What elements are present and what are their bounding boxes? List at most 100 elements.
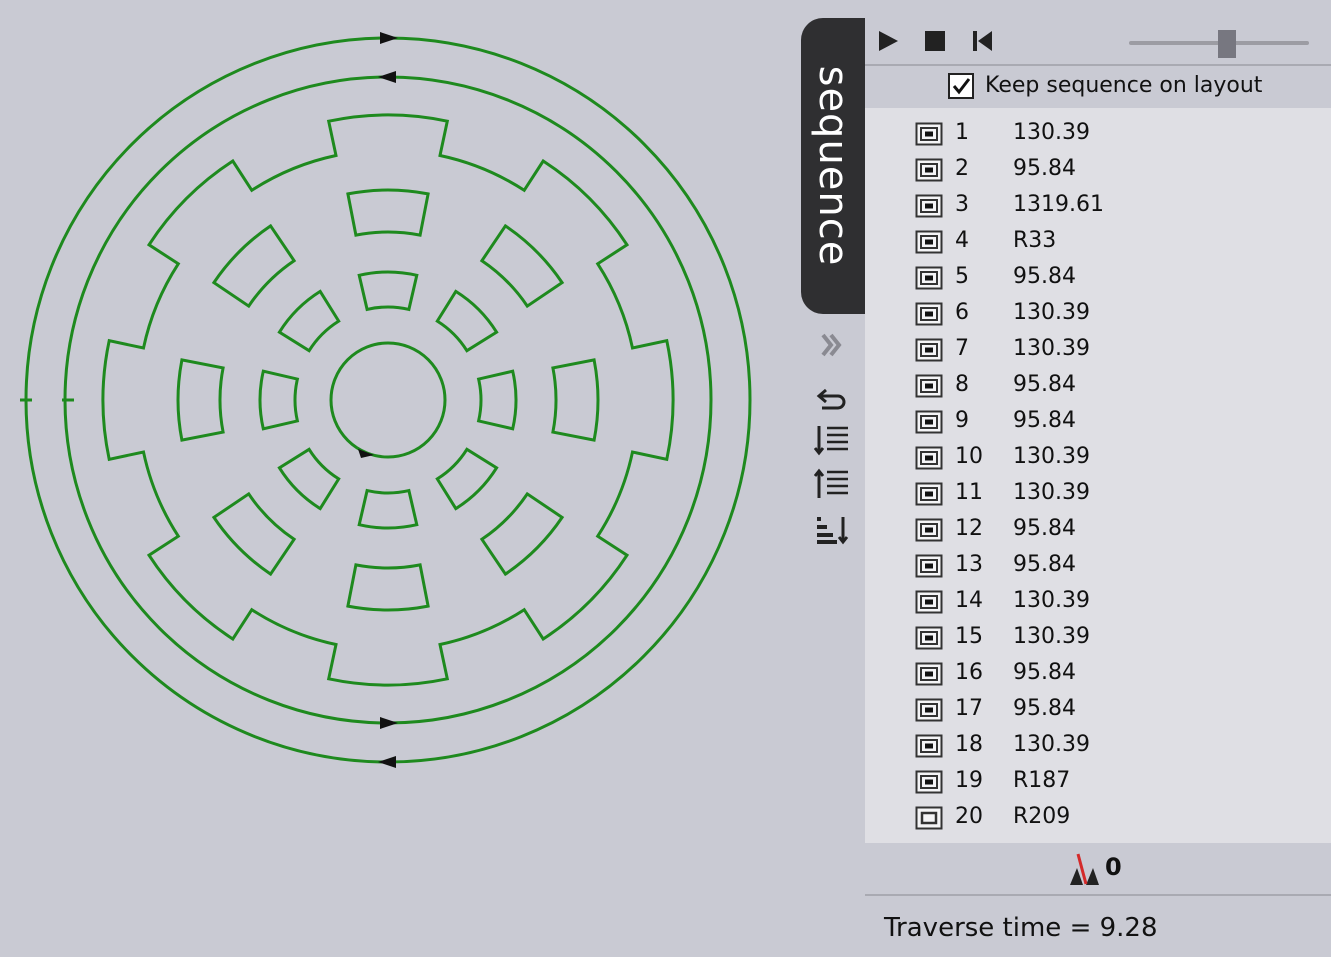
item-value: 95.84 [1013, 408, 1076, 433]
list-item[interactable]: 13 95.84 [865, 548, 1331, 584]
outer-pocket-path [551, 358, 600, 442]
direction-arrow-marker [380, 717, 398, 729]
item-index: 7 [955, 336, 969, 361]
list-item[interactable]: 9 95.84 [865, 404, 1331, 440]
item-index: 8 [955, 372, 969, 397]
sequence-item-icon [915, 266, 943, 290]
sequence-item-icon [915, 410, 943, 434]
item-value: 130.39 [1013, 588, 1090, 613]
outer-pocket-path [479, 491, 565, 577]
keep-sequence-row: Keep sequence on layout [865, 66, 1331, 108]
direction-arrow-marker [378, 756, 396, 768]
item-value: 130.39 [1013, 120, 1090, 145]
item-index: 4 [955, 228, 969, 253]
item-value: 130.39 [1013, 480, 1090, 505]
undo-icon[interactable] [814, 380, 850, 416]
list-item[interactable]: 11 130.39 [865, 476, 1331, 512]
list-item[interactable]: 12 95.84 [865, 512, 1331, 548]
inner-pocket-path [277, 447, 341, 511]
sequence-item-icon [915, 338, 943, 362]
layout-canvas[interactable] [0, 0, 800, 957]
outer-pocket-path [346, 188, 430, 237]
list-item[interactable]: 8 95.84 [865, 368, 1331, 404]
list-item[interactable]: 20 R209 [865, 800, 1331, 836]
list-item[interactable]: 16 95.84 [865, 656, 1331, 692]
item-index: 10 [955, 444, 983, 469]
inner-pocket-path [476, 369, 518, 431]
stop-icon[interactable] [920, 26, 950, 56]
item-index: 2 [955, 156, 969, 181]
item-value: R33 [1013, 228, 1057, 253]
sequence-item-icon [915, 626, 943, 650]
sort-up-icon[interactable] [814, 466, 850, 502]
list-item[interactable]: 5 95.84 [865, 260, 1331, 296]
inner-pocket-path [435, 289, 499, 353]
sequence-tab-label: sequence [810, 65, 856, 267]
sequence-item-icon [915, 122, 943, 146]
item-index: 14 [955, 588, 983, 613]
item-value: 95.84 [1013, 696, 1076, 721]
playback-toolbar [865, 18, 1331, 66]
inner-pocket-path [258, 369, 300, 431]
item-index: 15 [955, 624, 983, 649]
list-item[interactable]: 2 95.84 [865, 152, 1331, 188]
item-value: 95.84 [1013, 156, 1076, 181]
sequence-panel: Keep sequence on layout 1 130.39 2 95.84 3 13… [865, 18, 1331, 957]
double-chevron-right-icon[interactable] [814, 327, 850, 363]
item-value: 1319.61 [1013, 192, 1104, 217]
item-value: 130.39 [1013, 336, 1090, 361]
list-item[interactable]: 19 R187 [865, 764, 1331, 800]
item-value: 130.39 [1013, 732, 1090, 757]
sequence-list[interactable]: 1 130.39 2 95.84 3 1319.61 4 R33 5 95.84 6 130.39 7 1… [865, 108, 1331, 843]
sequence-item-icon [915, 590, 943, 614]
outer-pocket-path [176, 358, 225, 442]
sequence-tab[interactable]: sequence [801, 18, 865, 314]
list-item[interactable]: 10 130.39 [865, 440, 1331, 476]
item-index: 1 [955, 120, 969, 145]
item-index: 20 [955, 804, 983, 829]
item-index: 18 [955, 732, 983, 757]
list-item[interactable]: 4 R33 [865, 224, 1331, 260]
keep-sequence-checkbox[interactable] [948, 73, 974, 99]
sort-bars-icon[interactable] [814, 511, 850, 547]
sequence-item-icon [915, 662, 943, 686]
item-index: 16 [955, 660, 983, 685]
list-item[interactable]: 3 1319.61 [865, 188, 1331, 224]
play-icon[interactable] [873, 26, 903, 56]
list-item[interactable]: 6 130.39 [865, 296, 1331, 332]
gear-profile-path [101, 113, 675, 687]
item-value: 95.84 [1013, 516, 1076, 541]
list-item[interactable]: 15 130.39 [865, 620, 1331, 656]
skip-to-start-icon[interactable] [968, 26, 998, 56]
toolpath-drawing[interactable] [0, 0, 800, 957]
item-value: 95.84 [1013, 264, 1076, 289]
list-item[interactable]: 1 130.39 [865, 116, 1331, 152]
item-value: R209 [1013, 804, 1071, 829]
sequence-item-icon [915, 374, 943, 398]
item-index: 11 [955, 480, 983, 505]
item-value: 130.39 [1013, 300, 1090, 325]
keep-sequence-label: Keep sequence on layout [985, 73, 1263, 98]
outer-pocket-path [211, 223, 297, 309]
outer-pocket-path [479, 223, 565, 309]
inner-pocket-path [277, 289, 341, 353]
list-item[interactable]: 14 130.39 [865, 584, 1331, 620]
outer-pocket-path [211, 491, 297, 577]
center-hole-path [329, 341, 447, 459]
sequence-item-icon [915, 302, 943, 326]
list-item[interactable]: 18 130.39 [865, 728, 1331, 764]
item-index: 3 [955, 192, 969, 217]
list-item[interactable]: 17 95.84 [865, 692, 1331, 728]
item-value: 95.84 [1013, 660, 1076, 685]
inner-pocket-path [435, 447, 499, 511]
list-item[interactable]: 7 130.39 [865, 332, 1331, 368]
item-value: 95.84 [1013, 552, 1076, 577]
sequence-item-icon [915, 554, 943, 578]
sequence-item-icon [915, 194, 943, 218]
second-ring-path [63, 75, 713, 725]
item-index: 12 [955, 516, 983, 541]
direction-arrow-marker [378, 71, 396, 83]
outer-pocket-path [346, 563, 430, 612]
speed-slider-thumb[interactable] [1218, 30, 1236, 58]
sort-down-icon[interactable] [814, 422, 850, 458]
